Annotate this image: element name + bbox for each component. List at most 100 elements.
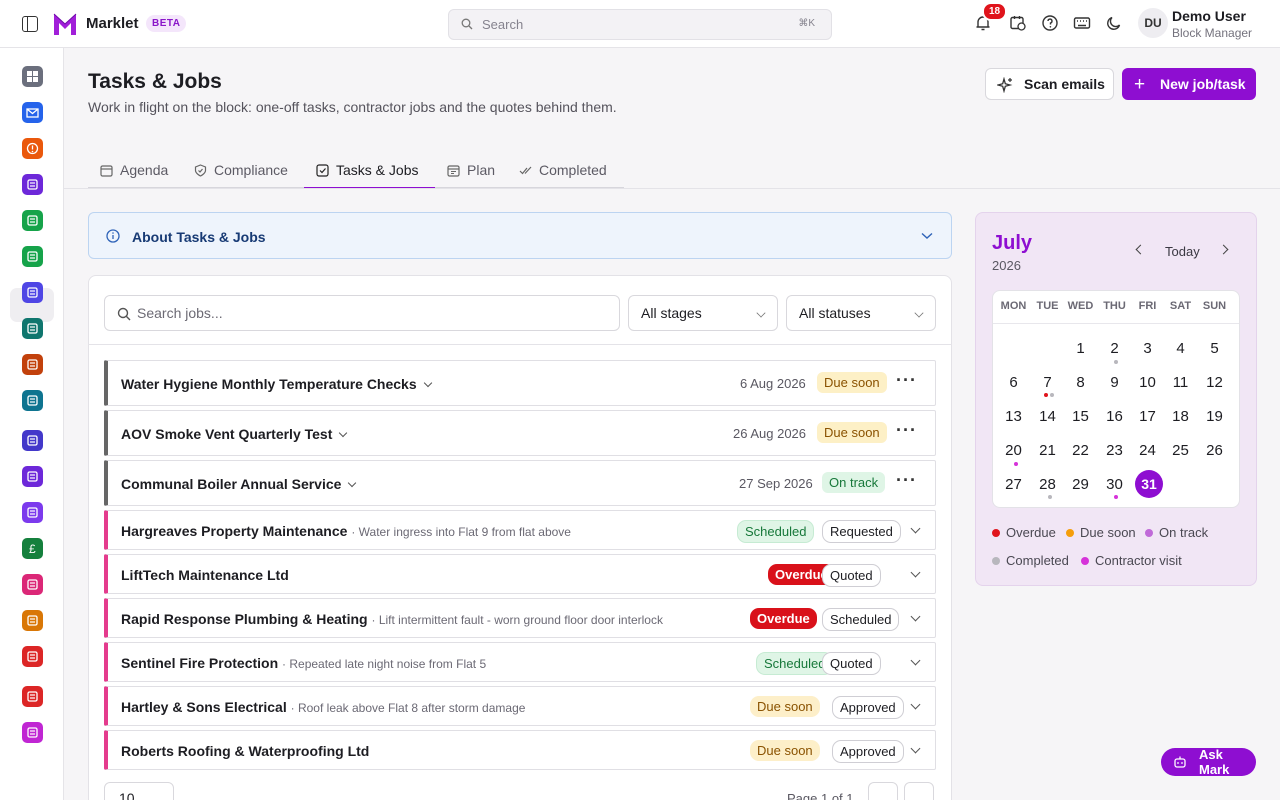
sidebar-item-megaphone[interactable] xyxy=(22,646,43,667)
sidebar-item-ledger[interactable] xyxy=(22,318,43,339)
calendar-day[interactable]: 28 xyxy=(1031,476,1064,493)
sidebar-item-dashboard[interactable] xyxy=(22,66,43,87)
chart-icon xyxy=(27,395,38,406)
sidebar-item-inbox[interactable] xyxy=(22,174,43,195)
calendar-day[interactable]: 18 xyxy=(1164,408,1197,425)
sidebar-item-gavel[interactable] xyxy=(22,502,43,523)
help-icon[interactable] xyxy=(1041,14,1059,32)
user-name[interactable]: Demo User xyxy=(1172,8,1246,24)
job-row[interactable]: Hargreaves Property Maintenance · Water … xyxy=(104,510,936,550)
tab-tasks-jobs[interactable]: Tasks & Jobs xyxy=(304,152,435,189)
sidebar-item-building[interactable] xyxy=(22,354,43,375)
page-size-select[interactable]: 10 xyxy=(104,782,174,800)
sidebar-item-wrench[interactable] xyxy=(22,610,43,631)
sidebar-item-chart[interactable] xyxy=(22,390,43,411)
tab-completed[interactable]: Completed xyxy=(519,152,607,188)
contractor-name: Hartley & Sons Electrical xyxy=(121,699,287,715)
calendar-clock-icon[interactable] xyxy=(1009,14,1027,32)
calendar-day[interactable]: 22 xyxy=(1064,442,1097,459)
sidebar-item-alert[interactable] xyxy=(22,138,43,159)
chevron-down-icon[interactable] xyxy=(910,567,921,578)
user-avatar[interactable]: DU xyxy=(1138,8,1168,38)
global-search[interactable]: Search ⌘K xyxy=(448,9,832,40)
moon-icon[interactable] xyxy=(1105,14,1123,32)
new-job-task-button[interactable]: + New job/task xyxy=(1122,68,1256,100)
chevron-down-icon[interactable] xyxy=(423,378,432,388)
calendar-day[interactable]: 21 xyxy=(1031,442,1064,459)
calendar-day[interactable]: 29 xyxy=(1064,476,1097,493)
job-row[interactable]: Sentinel Fire Protection · Repeated late… xyxy=(104,642,936,682)
calendar-day[interactable]: 24 xyxy=(1131,442,1164,459)
job-row[interactable]: Communal Boiler Annual Service 27 Sep 20… xyxy=(104,460,936,506)
calendar-day[interactable]: 10 xyxy=(1131,374,1164,391)
chevron-down-icon[interactable] xyxy=(339,428,348,438)
calendar-day[interactable]: 23 xyxy=(1098,442,1131,459)
ask-mark-button[interactable]: Ask Mark xyxy=(1161,747,1256,777)
chevron-down-icon[interactable] xyxy=(910,655,921,666)
chevron-down-icon[interactable] xyxy=(348,478,357,488)
calendar-day[interactable]: 19 xyxy=(1198,408,1231,425)
sidebar-item-sparkle[interactable] xyxy=(22,722,43,743)
calendar-day[interactable]: 2 xyxy=(1098,340,1131,357)
more-icon[interactable]: ··· xyxy=(896,470,917,491)
calendar-day[interactable]: 27 xyxy=(997,476,1030,493)
more-icon[interactable]: ··· xyxy=(896,370,917,391)
sidebar-item-pound[interactable]: £ xyxy=(22,538,43,559)
about-accordion[interactable]: About Tasks & Jobs xyxy=(88,212,952,259)
prev-page-button[interactable] xyxy=(868,782,898,800)
calendar-day[interactable]: 15 xyxy=(1064,408,1097,425)
calendar-day[interactable]: 16 xyxy=(1098,408,1131,425)
calendar-day[interactable]: 17 xyxy=(1131,408,1164,425)
tab-agenda[interactable]: Agenda xyxy=(100,152,168,188)
calendar-day[interactable]: 9 xyxy=(1098,374,1131,391)
calendar-day[interactable]: 6 xyxy=(997,374,1030,391)
tab-plan[interactable]: Plan xyxy=(447,152,495,188)
chevron-down-icon[interactable] xyxy=(910,699,921,710)
job-row[interactable]: Roberts Roofing & Waterproofing Ltd Due … xyxy=(104,730,936,770)
calendar-today-button[interactable]: Today xyxy=(1165,244,1200,259)
job-row[interactable]: AOV Smoke Vent Quarterly Test 26 Aug 202… xyxy=(104,410,936,456)
calendar-day[interactable]: 20 xyxy=(997,442,1030,459)
calendar-day[interactable]: 25 xyxy=(1164,442,1197,459)
calendar-day[interactable]: 14 xyxy=(1031,408,1064,425)
chevron-down-icon[interactable] xyxy=(910,743,921,754)
job-row[interactable]: Water Hygiene Monthly Temperature Checks… xyxy=(104,360,936,406)
sidebar-item-clipboard[interactable] xyxy=(22,210,43,231)
calendar-day[interactable]: 11 xyxy=(1164,374,1197,391)
tab-compliance[interactable]: Compliance xyxy=(194,152,288,188)
sidebar-item-folder[interactable] xyxy=(22,282,43,303)
sidebar-item-people[interactable] xyxy=(22,466,43,487)
calendar-day[interactable]: 30 xyxy=(1098,476,1131,493)
legend-dot xyxy=(992,556,1000,565)
chevron-down-icon[interactable] xyxy=(910,523,921,534)
calendar-day[interactable]: 26 xyxy=(1198,442,1231,459)
calendar-day[interactable]: 5 xyxy=(1198,340,1231,357)
sidebar-item-checklist[interactable] xyxy=(22,246,43,267)
calendar-day[interactable]: 3 xyxy=(1131,340,1164,357)
job-search-input[interactable]: Search jobs... xyxy=(104,295,620,331)
calendar-day[interactable]: 12 xyxy=(1198,374,1231,391)
stage-filter[interactable]: All stages xyxy=(628,295,778,331)
sidebar-item-mail[interactable] xyxy=(22,102,43,123)
more-icon[interactable]: ··· xyxy=(896,420,917,441)
sidebar-item-contact[interactable] xyxy=(22,574,43,595)
job-row[interactable]: LiftTech Maintenance Ltd Overdue Quoted xyxy=(104,554,936,594)
job-row[interactable]: Hartley & Sons Electrical · Roof leak ab… xyxy=(104,686,936,726)
calendar-day[interactable]: 7 xyxy=(1031,374,1064,391)
calendar-day[interactable]: 8 xyxy=(1064,374,1097,391)
sidebar-toggle-icon[interactable] xyxy=(22,16,38,32)
scan-emails-button[interactable]: Scan emails xyxy=(985,68,1114,100)
selected-day[interactable]: 31 xyxy=(1135,470,1163,498)
status-badge: Due soon xyxy=(817,372,887,393)
calendar-day[interactable]: 13 xyxy=(997,408,1030,425)
calendar-month: July xyxy=(992,232,1033,254)
keyboard-icon[interactable] xyxy=(1073,14,1091,32)
sidebar-item-bank[interactable] xyxy=(22,430,43,451)
job-row[interactable]: Rapid Response Plumbing & Heating · Lift… xyxy=(104,598,936,638)
status-filter[interactable]: All statuses xyxy=(786,295,936,331)
sidebar-item-book[interactable] xyxy=(22,686,43,707)
calendar-day[interactable]: 4 xyxy=(1164,340,1197,357)
chevron-down-icon[interactable] xyxy=(910,611,921,622)
next-page-button[interactable] xyxy=(904,782,934,800)
calendar-day[interactable]: 1 xyxy=(1064,340,1097,357)
